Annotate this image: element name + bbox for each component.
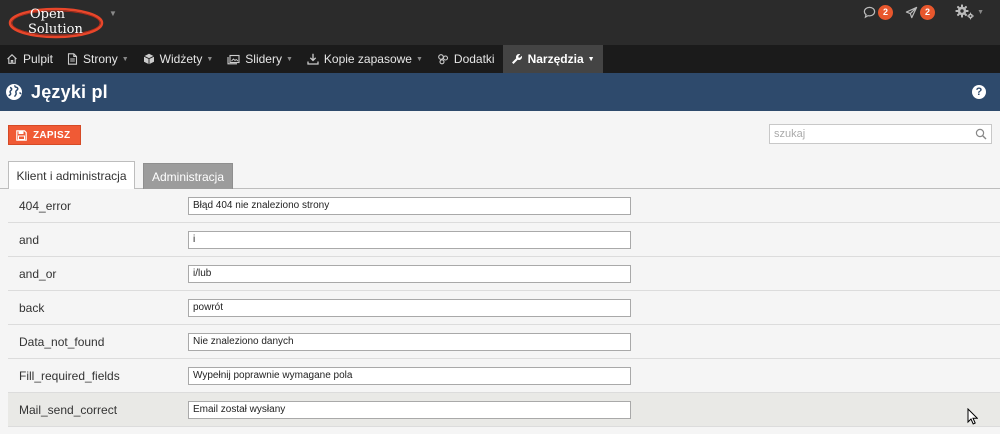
save-button-label: ZAPISZ bbox=[33, 129, 71, 141]
table-row: Fill_required_fields bbox=[8, 359, 1000, 393]
menu-label-widzety: Widżety bbox=[159, 52, 203, 66]
logo-line1: Open bbox=[30, 7, 66, 22]
menu-label-slidery: Slidery bbox=[245, 52, 282, 66]
messages-badge: 2 bbox=[878, 4, 894, 20]
tabs: Klient i administracja Administracja bbox=[0, 158, 1000, 190]
search-input[interactable] bbox=[770, 125, 960, 143]
translation-value-input[interactable] bbox=[188, 196, 631, 215]
table-row: Mail_send_correct bbox=[8, 393, 1000, 427]
help-icon[interactable]: ? bbox=[972, 85, 986, 99]
menu-label-narzedzia: Narzędzia bbox=[527, 52, 584, 66]
table-row: back bbox=[8, 291, 1000, 325]
tab-administracja[interactable]: Administracja bbox=[143, 163, 233, 189]
top-bar: Open Solution ▼ 2 2 ▼ bbox=[0, 0, 1000, 45]
settings-button[interactable]: ▼ bbox=[955, 4, 984, 20]
page-icon bbox=[67, 53, 78, 65]
translation-key: and_or bbox=[19, 266, 57, 281]
settings-caret-icon: ▼ bbox=[977, 8, 984, 16]
table-row: and_or bbox=[8, 257, 1000, 291]
translation-key: and bbox=[19, 232, 40, 247]
logo-caret-icon[interactable]: ▼ bbox=[109, 9, 117, 18]
table-row: 404_error bbox=[8, 189, 1000, 223]
logo-line2: Solution bbox=[28, 22, 83, 37]
home-icon bbox=[7, 54, 17, 64]
chevron-down-icon: ▼ bbox=[206, 55, 214, 63]
menu-label-strony: Strony bbox=[83, 52, 118, 66]
translation-value-input[interactable] bbox=[188, 264, 631, 283]
menu-item-dodatki[interactable]: Dodatki bbox=[431, 45, 503, 73]
chevron-down-icon: ▼ bbox=[415, 55, 423, 63]
table-row: and bbox=[8, 223, 1000, 257]
translation-key: Mail_send_correct bbox=[19, 402, 118, 417]
translation-key: Data_not_found bbox=[19, 334, 105, 349]
main-menu: Pulpit Strony ▼ Widżety ▼ Slidery ▼ Kopi… bbox=[0, 45, 1000, 73]
slides-icon bbox=[227, 54, 240, 65]
chevron-down-icon: ▼ bbox=[587, 55, 595, 63]
mouse-cursor-icon bbox=[967, 408, 978, 425]
menu-label-kopie-zapasowe: Kopie zapasowe bbox=[323, 52, 412, 66]
plugin-icon bbox=[438, 54, 448, 65]
globe-icon bbox=[5, 83, 23, 101]
translation-value-input[interactable] bbox=[188, 332, 631, 351]
chat-bubble-icon bbox=[863, 6, 876, 18]
translations-list: 404_error and and_or back Data_not_found… bbox=[8, 189, 1000, 427]
search-icon[interactable] bbox=[975, 128, 987, 140]
table-row: Data_not_found bbox=[8, 325, 1000, 359]
menu-item-slidery[interactable]: Slidery ▼ bbox=[221, 45, 301, 73]
translation-value-input[interactable] bbox=[188, 366, 631, 385]
open-solution-logo[interactable]: Open Solution bbox=[6, 3, 106, 41]
cube-icon bbox=[143, 53, 154, 65]
chevron-down-icon: ▼ bbox=[121, 55, 129, 63]
translation-value-input[interactable] bbox=[188, 400, 631, 419]
save-button[interactable]: ZAPISZ bbox=[8, 125, 81, 145]
menu-item-kopie-zapasowe[interactable]: Kopie zapasowe ▼ bbox=[301, 45, 431, 73]
menu-label-pulpit: Pulpit bbox=[23, 52, 54, 66]
download-icon bbox=[307, 53, 319, 65]
floppy-disk-icon bbox=[16, 129, 27, 141]
translation-key: 404_error bbox=[19, 198, 72, 213]
menu-item-strony[interactable]: Strony ▼ bbox=[61, 45, 137, 73]
tab-klient-i-administracja[interactable]: Klient i administracja bbox=[8, 161, 135, 190]
chevron-down-icon: ▼ bbox=[285, 55, 293, 63]
translation-value-input[interactable] bbox=[188, 298, 631, 317]
menu-item-pulpit[interactable]: Pulpit bbox=[0, 45, 61, 73]
translation-value-input[interactable] bbox=[188, 230, 631, 249]
send-arrow-icon bbox=[905, 6, 918, 18]
notifications-badge: 2 bbox=[920, 4, 936, 20]
menu-item-narzedzia[interactable]: Narzędzia ▼ bbox=[502, 45, 603, 73]
menu-item-widzety[interactable]: Widżety ▼ bbox=[137, 45, 222, 73]
search-box bbox=[769, 124, 992, 144]
translation-key: back bbox=[19, 300, 45, 315]
notifications-button[interactable]: 2 bbox=[905, 4, 936, 20]
menu-label-dodatki: Dodatki bbox=[453, 52, 495, 66]
page-header: Języki pl ? bbox=[0, 73, 1000, 111]
wrench-icon bbox=[511, 53, 522, 64]
page-title: Języki pl bbox=[31, 81, 108, 102]
translation-key: Fill_required_fields bbox=[19, 368, 120, 383]
gears-icon bbox=[955, 4, 974, 20]
messages-button[interactable]: 2 bbox=[863, 4, 894, 20]
